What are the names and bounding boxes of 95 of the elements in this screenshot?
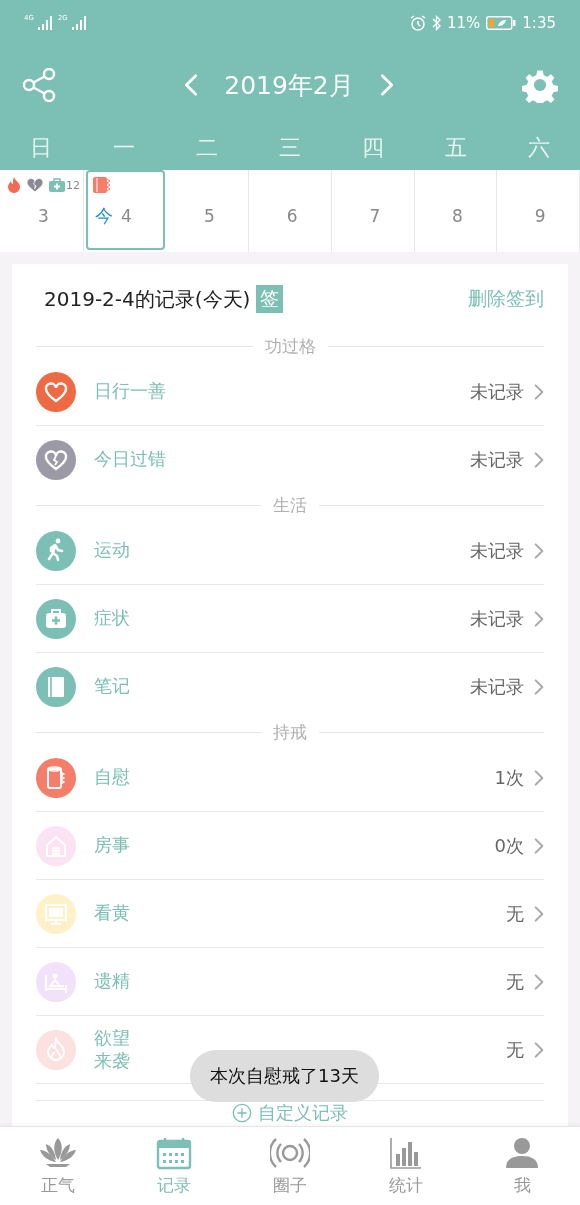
record-value: 0次: [494, 833, 524, 858]
weekday-label: 五: [443, 133, 468, 162]
record-value: 无: [506, 1037, 524, 1062]
bar-chart-icon: [389, 1135, 423, 1170]
chevron-right-icon: [534, 836, 544, 855]
record-label: 运动: [94, 539, 130, 562]
today-label: 今: [95, 204, 113, 228]
chevron-right-icon: [534, 609, 544, 628]
record-value: 1次: [494, 765, 524, 790]
day-number: 4: [120, 206, 132, 226]
record-row[interactable]: 症状 未记录: [36, 585, 544, 653]
tab-item[interactable]: 正气: [0, 1127, 116, 1205]
weekday-label: 一: [112, 133, 137, 162]
clock-time: 1:35: [522, 13, 556, 32]
record-value: 未记录: [470, 447, 524, 472]
chevron-right-icon: [534, 450, 544, 469]
record-row[interactable]: 日行一善 未记录: [36, 358, 544, 426]
calendar-day[interactable]: 今 4: [86, 170, 165, 250]
record-row[interactable]: 今日过错 未记录: [36, 426, 544, 493]
calendar-day[interactable]: 6: [249, 170, 332, 252]
record-label: 欲望: [94, 1027, 130, 1050]
weekday-label: 四: [360, 133, 385, 162]
record-row[interactable]: 遗精 无: [36, 948, 544, 1016]
calendar-day[interactable]: 7: [332, 170, 415, 252]
record-label: 日行一善: [94, 380, 166, 403]
share-icon[interactable]: [22, 68, 56, 102]
record-label: 来袭: [94, 1049, 130, 1072]
section-heading: 持戒: [36, 720, 544, 744]
badge-count: 12: [66, 178, 80, 192]
record-value: 未记录: [470, 379, 524, 404]
month-title: 2019年2月: [224, 69, 354, 102]
record-label: 今日过错: [94, 448, 166, 471]
day-number: 6: [286, 206, 298, 226]
tab-item[interactable]: 我: [464, 1127, 580, 1205]
alarm-icon: [409, 14, 426, 31]
tab-item[interactable]: 记录: [116, 1127, 232, 1205]
weekday-label: 二: [195, 133, 220, 162]
tab-item[interactable]: 圈子: [232, 1127, 348, 1205]
battery-percent: 11%: [446, 13, 481, 32]
broken-heart-icon: [27, 178, 43, 192]
calendar-day[interactable]: 5: [166, 170, 250, 252]
signal-icon: [37, 15, 54, 30]
chevron-right-icon: [534, 677, 544, 696]
paper-roll-icon: [93, 177, 110, 193]
chevron-right-icon: [534, 768, 544, 787]
calendar-day[interactable]: 8: [414, 170, 498, 252]
tab-item[interactable]: 统计: [348, 1127, 464, 1205]
battery-icon: [486, 15, 517, 30]
chevron-right-icon: [534, 972, 544, 991]
record-label: 看黄: [94, 902, 130, 925]
record-value: 未记录: [470, 606, 524, 631]
record-value: 未记录: [470, 674, 524, 699]
day-number: 8: [452, 206, 463, 226]
record-row[interactable]: 房事 0次: [36, 812, 544, 880]
broadcast-icon: [270, 1135, 310, 1170]
day-number: 5: [204, 206, 215, 226]
chevron-right-icon: [534, 1040, 544, 1059]
plus-icon: [232, 1103, 252, 1123]
calendar-icon: [156, 1135, 192, 1170]
section-heading: 生活: [36, 493, 544, 517]
record-label: 房事: [94, 834, 130, 857]
record-value: 无: [506, 969, 524, 994]
sign-in-badge: 签: [256, 285, 284, 313]
bluetooth-icon: [431, 14, 441, 31]
delete-sign-in-link[interactable]: 删除签到: [468, 286, 544, 312]
weekday-label: 三: [278, 133, 302, 162]
chevron-right-icon: [534, 904, 544, 923]
section-heading: 功过格: [36, 334, 544, 358]
record-value: 无: [506, 901, 524, 926]
record-row[interactable]: 运动 未记录: [36, 517, 544, 585]
chevron-right-icon: [534, 382, 544, 401]
chevron-right-icon: [534, 541, 544, 560]
person-icon: [504, 1135, 540, 1170]
signal-icon: [71, 15, 88, 30]
previous-month-button[interactable]: [184, 73, 199, 97]
record-label: 笔记: [94, 675, 130, 698]
day-number: 7: [369, 206, 381, 226]
weekday-label: 日: [29, 133, 54, 162]
record-title: 2019-2-4的记录(今天): [44, 285, 251, 313]
flame-icon: [7, 177, 21, 193]
calendar-day[interactable]: 9: [497, 170, 580, 252]
calendar-day[interactable]: 12 3: [0, 170, 84, 252]
record-label: 症状: [94, 607, 130, 630]
next-month-button[interactable]: [379, 73, 394, 97]
record-row[interactable]: 自慰 1次: [36, 744, 544, 812]
medical-kit-icon: [49, 178, 65, 192]
day-number: 9: [534, 206, 546, 226]
record-value: 未记录: [470, 538, 524, 563]
day-number: 3: [38, 206, 49, 226]
record-label: 遗精: [94, 970, 130, 993]
weekday-label: 六: [526, 133, 551, 162]
record-row[interactable]: 看黄 无: [36, 880, 544, 948]
record-label: 自慰: [94, 766, 130, 789]
toast-message: 本次自慰戒了13天: [190, 1050, 379, 1102]
record-row[interactable]: 笔记 未记录: [36, 653, 544, 720]
